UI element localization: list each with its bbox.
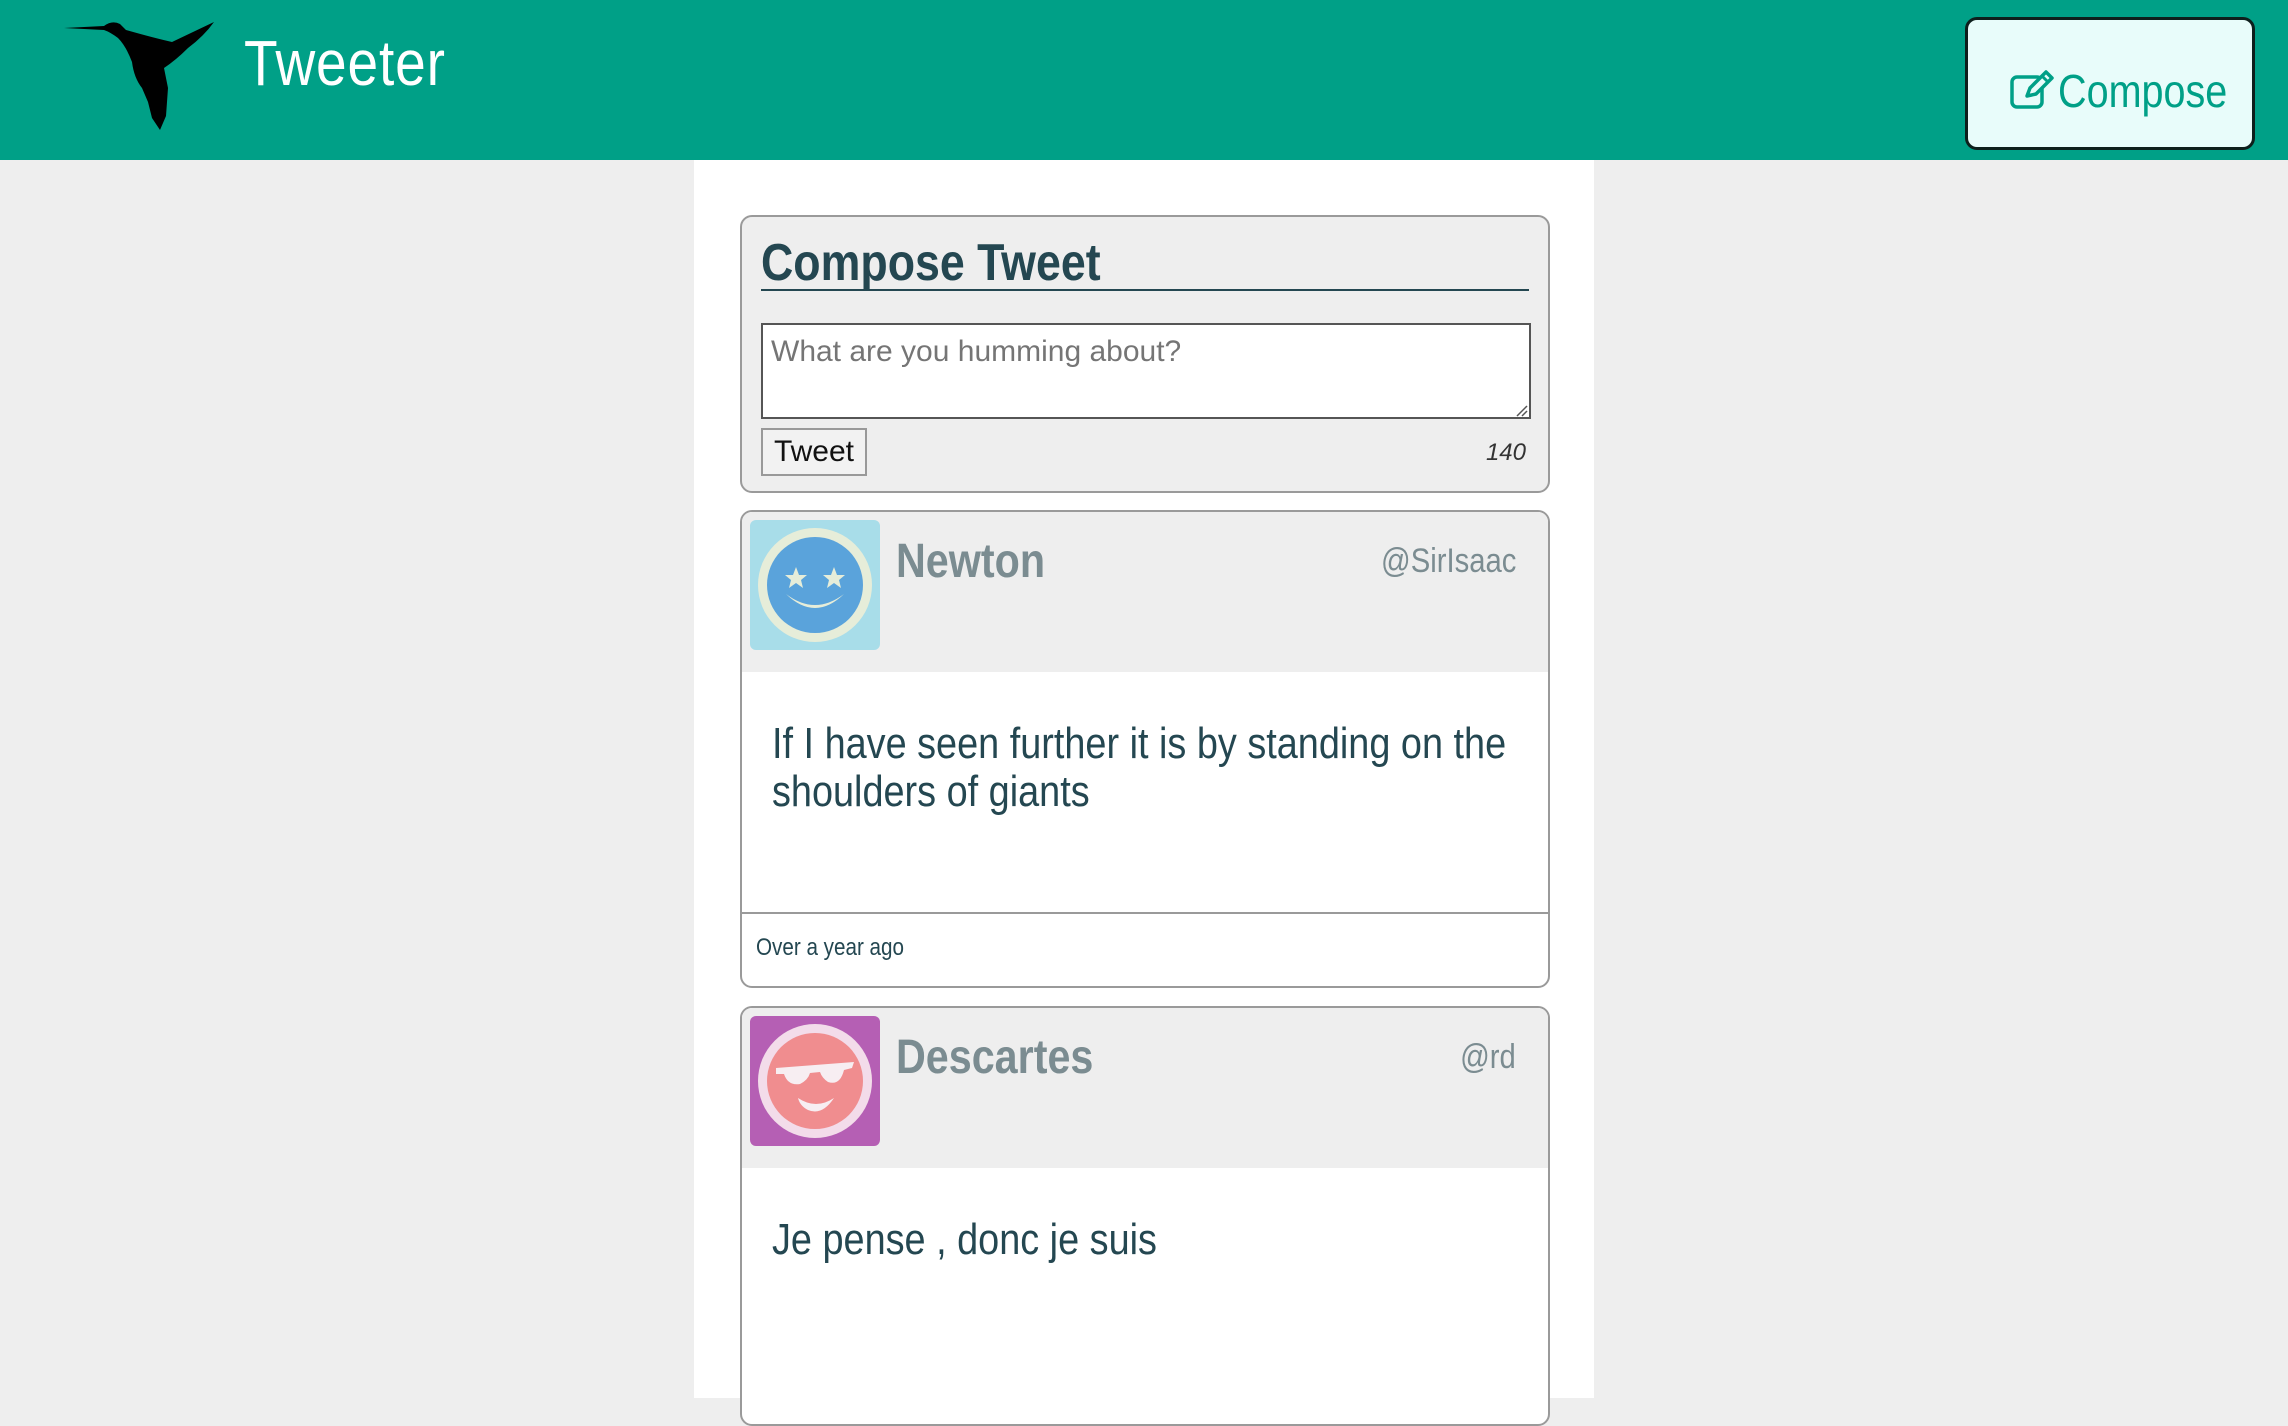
author-handle: @SirIsaac — [1380, 542, 1516, 580]
hummingbird-logo-icon — [64, 22, 214, 130]
compose-button[interactable]: Compose — [1965, 17, 2255, 150]
compose-tweet-box: Compose Tweet Tweet 140 — [740, 215, 1550, 493]
tweet-header: Descartes @rd — [742, 1008, 1548, 1168]
brand-title[interactable]: Tweeter — [244, 26, 446, 100]
char-counter: 140 — [1485, 439, 1526, 466]
edit-icon — [2010, 70, 2054, 109]
author-name: Newton — [896, 535, 1046, 588]
main-column: Compose Tweet Tweet 140 Newton @SirIsaac… — [694, 160, 1594, 1426]
sunglasses-smiley-icon — [758, 1024, 872, 1138]
tweet-text: Je pense , donc je suis — [772, 1215, 1157, 1264]
tweet-card: Descartes @rd Je pense , donc je suis — [740, 1006, 1550, 1426]
tweet-submit-button[interactable]: Tweet — [761, 428, 867, 476]
author-handle: @rd — [1460, 1038, 1516, 1076]
compose-title: Compose Tweet — [761, 233, 1529, 292]
avatar — [750, 1016, 880, 1146]
tweet-header: Newton @SirIsaac — [742, 512, 1548, 672]
compose-button-label: Compose — [2058, 65, 2228, 117]
author-name: Descartes — [896, 1031, 1094, 1084]
resize-grip-icon[interactable] — [1516, 405, 1528, 417]
tweet-textarea[interactable] — [761, 323, 1531, 419]
avatar — [750, 520, 880, 650]
tweet-timestamp: Over a year ago — [756, 934, 905, 961]
tweet-card: Newton @SirIsaac If I have seen further … — [740, 510, 1550, 988]
tweet-text: If I have seen further it is by standing… — [772, 719, 1507, 816]
tweet-footer: Over a year ago — [742, 912, 1548, 986]
top-nav: Tweeter Compose — [0, 0, 2288, 160]
star-eyes-smiley-icon — [758, 528, 872, 642]
